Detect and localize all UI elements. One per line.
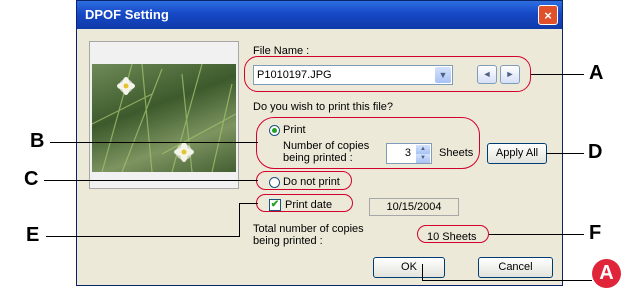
callout-line-e-top <box>239 203 258 204</box>
highlight-print-date <box>256 194 353 212</box>
callout-a: A <box>589 62 604 84</box>
total-copies-label-line1: Total number of copies <box>253 223 364 235</box>
close-icon[interactable]: × <box>538 5 558 25</box>
callout-line-e <box>46 236 239 237</box>
cancel-button[interactable]: Cancel <box>478 257 553 278</box>
thumbnail-frame <box>89 41 239 189</box>
highlight-file-name <box>244 56 531 92</box>
red-step-marker-icon: A <box>592 259 621 288</box>
total-copies-label-line2: being printed : <box>253 235 323 247</box>
callout-line-b <box>50 142 258 143</box>
callout-line-e-vertical <box>239 203 240 237</box>
callout-c: C <box>24 168 39 190</box>
callout-line-d <box>546 153 584 154</box>
highlight-total-sheets <box>417 225 489 243</box>
callout-d: D <box>588 141 603 163</box>
apply-all-button[interactable]: Apply All <box>487 143 547 164</box>
highlight-print-option <box>256 117 480 169</box>
ok-button[interactable]: OK <box>373 257 445 278</box>
callout-line-ok <box>422 280 592 281</box>
callout-line-f <box>489 234 584 235</box>
highlight-do-not-print <box>256 171 352 190</box>
print-date-value: 10/15/2004 <box>369 198 459 216</box>
photo-thumbnail <box>92 64 236 172</box>
callout-e: E <box>26 224 40 246</box>
callout-b: B <box>30 130 45 152</box>
print-question-label: Do you wish to print this file? <box>253 101 394 113</box>
callout-line-ok-vertical <box>422 264 423 281</box>
dialog-title: DPOF Setting <box>85 7 169 22</box>
callout-f: F <box>589 222 602 244</box>
callout-line-c <box>44 180 258 181</box>
title-bar[interactable]: DPOF Setting × <box>77 1 562 29</box>
callout-line-a <box>531 74 584 75</box>
